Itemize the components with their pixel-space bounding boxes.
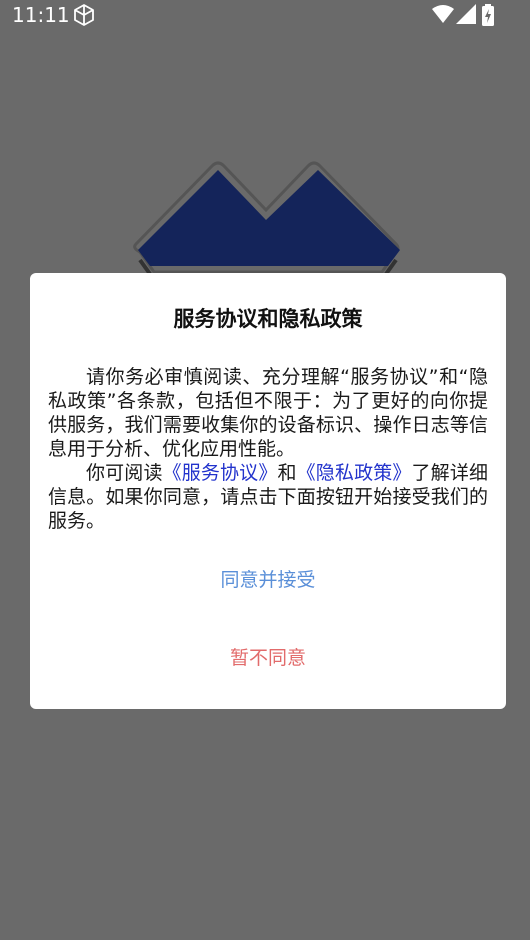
dialog-body: 请你务必审慎阅读、充分理解“服务协议”和“隐私政策”各条款，包括但不限于：为了更… xyxy=(48,365,488,533)
dialog-title: 服务协议和隐私政策 xyxy=(173,307,363,331)
accept-button[interactable]: 同意并接受 xyxy=(30,565,506,595)
status-bar: 11:11 xyxy=(0,0,530,32)
service-agreement-link[interactable]: 《服务协议》 xyxy=(163,462,278,484)
p2-prefix: 你可阅读 xyxy=(86,462,163,484)
dialog-paragraph-2: 你可阅读《服务协议》和《隐私政策》了解详细信息。如果你同意，请点击下面按钮开始接… xyxy=(48,461,488,533)
cube-icon xyxy=(74,4,94,26)
status-time: 11:11 xyxy=(12,3,70,27)
privacy-dialog: 服务协议和隐私政策 请你务必审慎阅读、充分理解“服务协议”和“隐私政策”各条款，… xyxy=(30,273,506,709)
signal-icon xyxy=(456,4,476,24)
p2-and: 和 xyxy=(277,462,297,484)
dialog-paragraph-1: 请你务必审慎阅读、充分理解“服务协议”和“隐私政策”各条款，包括但不限于：为了更… xyxy=(48,366,488,460)
status-icons xyxy=(432,4,496,28)
wifi-icon xyxy=(432,5,454,23)
app-logo xyxy=(133,161,400,276)
privacy-policy-link[interactable]: 《隐私政策》 xyxy=(297,462,412,484)
battery-charging-icon xyxy=(482,4,494,26)
decline-button[interactable]: 暂不同意 xyxy=(30,643,506,673)
